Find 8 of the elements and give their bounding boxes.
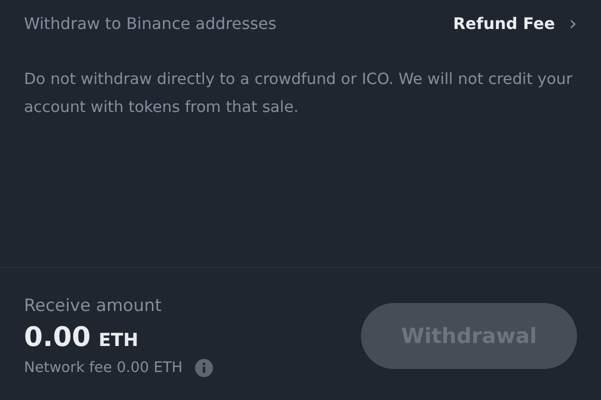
network-fee-text: Network fee 0.00 ETH <box>24 360 183 376</box>
receive-label: Receive amount <box>24 296 163 316</box>
amount-unit: ETH <box>98 330 138 350</box>
refund-fee-link[interactable]: Refund Fee › <box>453 11 577 35</box>
warning-text: Do not withdraw directly to a crowdfund or ICO. We will not credit your account with tokens from that sale. <box>24 69 574 118</box>
info-icon[interactable] <box>194 358 213 376</box>
section-label: Withdraw to Binance addresses <box>24 14 276 32</box>
amount-value: 0.00 <box>24 322 91 352</box>
